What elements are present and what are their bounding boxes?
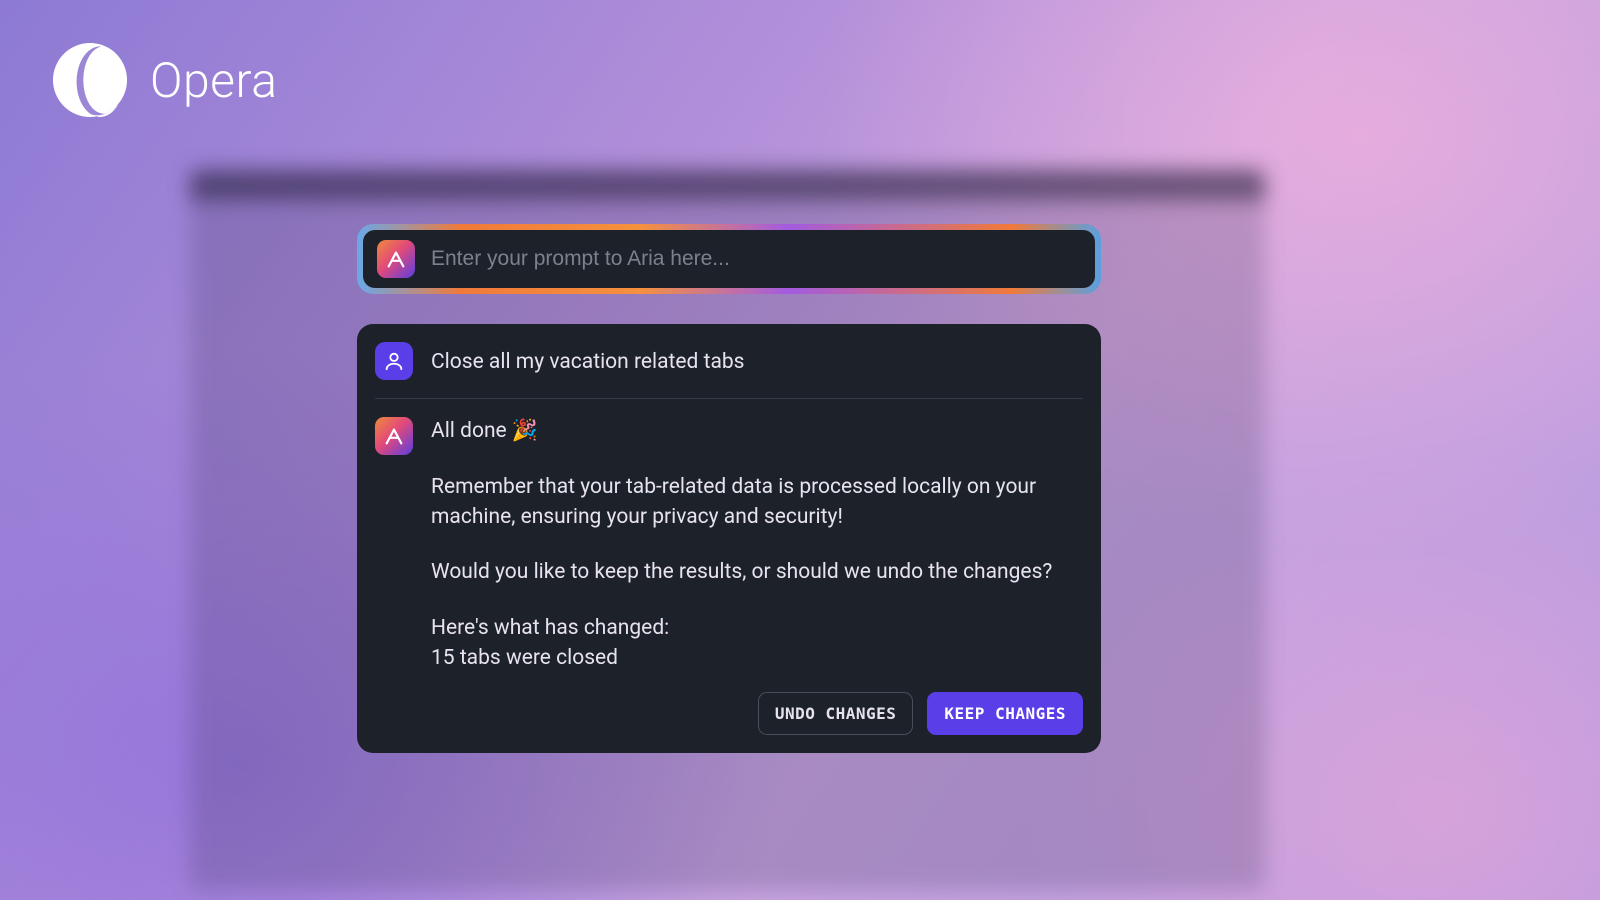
conversation-container: Close all my vacation related tabs All d…: [357, 324, 1101, 753]
message-divider: [375, 398, 1083, 399]
undo-changes-button[interactable]: UNDO CHANGES: [758, 692, 914, 735]
opera-logo-text: Opera: [150, 52, 277, 109]
app-stage: Opera: [0, 0, 1600, 900]
user-avatar-icon: [375, 342, 413, 380]
aria-icon: [377, 240, 415, 278]
prompt-container: [357, 224, 1101, 294]
assistant-followup: Would you like to keep the results, or s…: [431, 558, 1083, 588]
assistant-message-row: All done 🎉 Remember that your tab-relate…: [375, 417, 1083, 674]
assistant-changes: Here's what has changed: 15 tabs were cl…: [431, 614, 1083, 674]
assistant-headline: All done 🎉: [431, 417, 1083, 447]
assistant-changes-summary: 15 tabs were closed: [431, 646, 618, 670]
keep-changes-button[interactable]: KEEP CHANGES: [927, 692, 1083, 735]
aria-icon: [375, 417, 413, 455]
user-message-row: Close all my vacation related tabs: [375, 342, 1083, 380]
opera-logo-icon: [48, 38, 132, 122]
user-message-text: Close all my vacation related tabs: [431, 342, 745, 376]
prompt-bar: [363, 230, 1095, 288]
action-buttons: UNDO CHANGES KEEP CHANGES: [375, 692, 1083, 735]
aria-panel: Close all my vacation related tabs All d…: [357, 224, 1101, 753]
opera-logo: Opera: [48, 38, 277, 122]
aria-prompt-input[interactable]: [431, 247, 1081, 271]
assistant-changes-intro: Here's what has changed:: [431, 616, 669, 640]
assistant-privacy-note: Remember that your tab-related data is p…: [431, 473, 1083, 533]
